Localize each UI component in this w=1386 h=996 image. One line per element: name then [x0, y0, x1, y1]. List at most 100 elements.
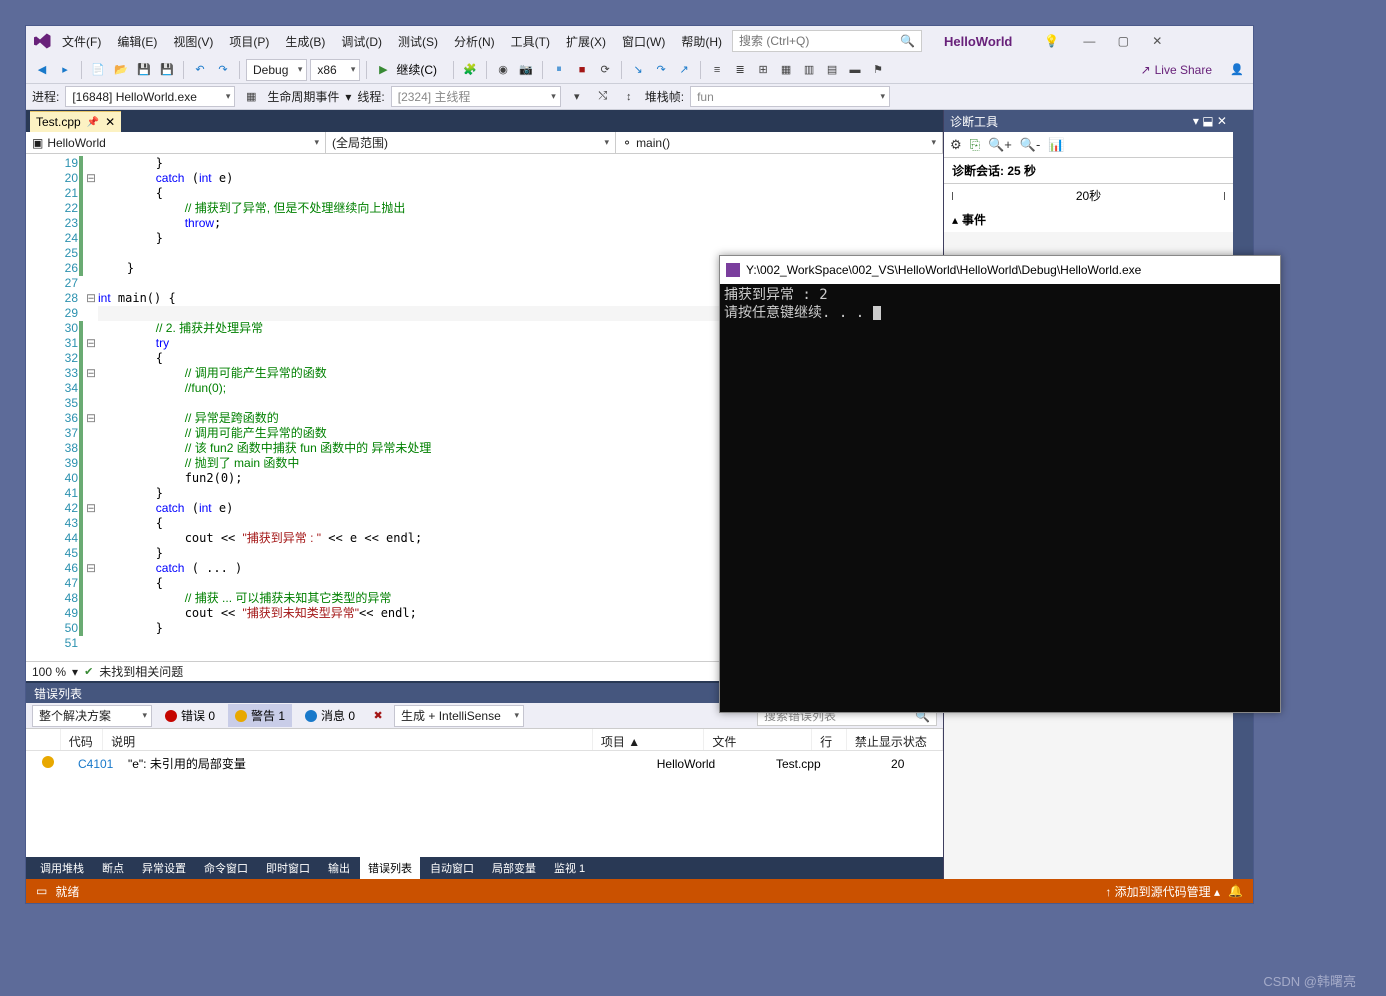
- menu-item[interactable]: 帮助(H): [675, 29, 728, 54]
- tab-close-icon[interactable]: ✕: [105, 115, 115, 129]
- autohide-icon[interactable]: ▾ ⬓ ✕: [1193, 114, 1227, 128]
- minimize-button[interactable]: ―: [1073, 29, 1105, 53]
- notifications-icon[interactable]: 🔔: [1228, 884, 1243, 898]
- tool-tab[interactable]: 异常设置: [134, 857, 194, 879]
- live-share-button[interactable]: ↗ Live Share: [1141, 63, 1212, 77]
- tool-tab[interactable]: 自动窗口: [422, 857, 482, 879]
- clear-filter-icon[interactable]: ✖: [368, 706, 388, 726]
- column-header[interactable]: 文件: [704, 729, 812, 750]
- column-header[interactable]: 项目 ▲: [593, 729, 705, 750]
- toolbar-icon[interactable]: ▾: [567, 87, 587, 107]
- save-icon[interactable]: 💾: [134, 60, 154, 80]
- toolbar-icon[interactable]: ⤭: [593, 87, 613, 107]
- toolbar-icon[interactable]: ▬: [845, 60, 865, 80]
- menu-item[interactable]: 窗口(W): [616, 29, 671, 54]
- zoom-in-icon[interactable]: 🔍+: [988, 137, 1012, 153]
- back-button[interactable]: ◀: [32, 60, 52, 80]
- open-icon[interactable]: ⎘: [970, 137, 980, 153]
- process-combo[interactable]: [16848] HelloWorld.exe: [65, 86, 235, 107]
- nav-project-combo[interactable]: ▣ HelloWorld: [26, 132, 326, 153]
- platform-combo[interactable]: x86: [310, 59, 360, 81]
- continue-label[interactable]: 继续(C): [396, 61, 447, 78]
- undo-icon[interactable]: ↶: [190, 60, 210, 80]
- messages-filter[interactable]: 消息 0: [298, 704, 362, 727]
- menu-item[interactable]: 工具(T): [505, 29, 556, 54]
- diagnostics-header[interactable]: 诊断工具 ▾ ⬓ ✕: [944, 110, 1233, 132]
- column-header[interactable]: [26, 729, 61, 750]
- warnings-filter[interactable]: 警告 1: [228, 704, 292, 727]
- scope-combo[interactable]: 整个解决方案: [32, 705, 152, 727]
- restart-icon[interactable]: ⟳: [595, 60, 615, 80]
- tool-tab[interactable]: 即时窗口: [258, 857, 318, 879]
- thread-combo[interactable]: [2324] 主线程: [391, 86, 561, 107]
- redo-icon[interactable]: ↷: [213, 60, 233, 80]
- errors-filter[interactable]: 错误 0: [158, 704, 222, 727]
- menu-item[interactable]: 项目(P): [223, 29, 275, 54]
- column-header[interactable]: 代码: [61, 729, 103, 750]
- toolbar-icon[interactable]: ▤: [822, 60, 842, 80]
- nav-scope-combo[interactable]: (全局范围): [326, 132, 616, 153]
- table-row[interactable]: C4101 "e": 未引用的局部变量 HelloWorld Test.cpp …: [26, 751, 943, 776]
- maximize-button[interactable]: ▢: [1107, 29, 1139, 53]
- step-over-icon[interactable]: ↷: [651, 60, 671, 80]
- console-window[interactable]: Y:\002_WorkSpace\002_VS\HelloWorld\Hello…: [719, 255, 1281, 713]
- diagnostics-timeline[interactable]: 20秒: [944, 183, 1233, 207]
- column-header[interactable]: 说明: [103, 729, 593, 750]
- forward-button[interactable]: ▸: [55, 60, 75, 80]
- config-combo[interactable]: Debug: [246, 59, 307, 81]
- account-icon[interactable]: 👤: [1227, 60, 1247, 80]
- menu-item[interactable]: 扩展(X): [560, 29, 612, 54]
- toolbar-icon[interactable]: ≣: [730, 60, 750, 80]
- pin-icon[interactable]: 📌: [87, 117, 99, 128]
- chart-icon[interactable]: 📊: [1048, 137, 1064, 153]
- console-titlebar[interactable]: Y:\002_WorkSpace\002_VS\HelloWorld\Hello…: [720, 256, 1280, 284]
- nav-function-combo[interactable]: ⚬ main(): [616, 132, 943, 153]
- stackframe-combo[interactable]: fun: [690, 86, 890, 107]
- tool-tab[interactable]: 断点: [94, 857, 132, 879]
- tool-tab[interactable]: 监视 1: [546, 857, 593, 879]
- gear-icon[interactable]: ⚙: [950, 137, 962, 153]
- column-header[interactable]: 禁止显示状态: [847, 729, 943, 750]
- stop-icon[interactable]: ■: [572, 60, 592, 80]
- zoom-out-icon[interactable]: 🔍-: [1020, 137, 1041, 153]
- outlining-margin[interactable]: ⊟ ⊟ ⊟ ⊟ ⊟ ⊟ ⊟: [84, 154, 98, 661]
- tool-tab[interactable]: 错误列表: [360, 857, 420, 879]
- file-tab-test-cpp[interactable]: Test.cpp 📌 ✕: [30, 111, 121, 132]
- column-header[interactable]: 行: [812, 729, 847, 750]
- tool-tab[interactable]: 局部变量: [484, 857, 544, 879]
- diagnostics-events-row[interactable]: ▴ 事件: [944, 207, 1233, 232]
- menu-item[interactable]: 视图(V): [167, 29, 219, 54]
- toolbar-icon[interactable]: 📷: [516, 60, 536, 80]
- tool-tab[interactable]: 输出: [320, 857, 358, 879]
- menu-item[interactable]: 生成(B): [279, 29, 331, 54]
- tool-tab[interactable]: 命令窗口: [196, 857, 256, 879]
- pause-icon[interactable]: ⏸: [549, 60, 569, 80]
- save-all-icon[interactable]: 💾: [157, 60, 177, 80]
- toolbar-icon[interactable]: ↕: [619, 87, 639, 107]
- menu-item[interactable]: 测试(S): [392, 29, 444, 54]
- menu-item[interactable]: 编辑(E): [111, 29, 163, 54]
- toolbar-icon[interactable]: ⚑: [868, 60, 888, 80]
- error-table-header[interactable]: 代码说明项目 ▲文件行禁止显示状态: [26, 729, 943, 751]
- collapse-icon[interactable]: ▴: [952, 213, 958, 227]
- quick-search-input[interactable]: [739, 34, 900, 48]
- source-control-button[interactable]: ↑ 添加到源代码管理 ▴: [1105, 883, 1220, 900]
- menu-item[interactable]: 调试(D): [335, 29, 388, 54]
- console-output[interactable]: 捕获到异常 : 2 请按任意键继续. . .: [720, 284, 1280, 712]
- toolbar-icon[interactable]: ▦: [776, 60, 796, 80]
- lifecycle-icon[interactable]: ▦: [241, 87, 261, 107]
- build-intellisense-combo[interactable]: 生成 + IntelliSense: [394, 705, 524, 727]
- menu-item[interactable]: 分析(N): [448, 29, 501, 54]
- toolbar-icon[interactable]: ◉: [493, 60, 513, 80]
- menu-item[interactable]: 文件(F): [56, 29, 107, 54]
- toolbar-icon[interactable]: ▥: [799, 60, 819, 80]
- continue-button[interactable]: ▶: [373, 60, 393, 80]
- toolbar-icon[interactable]: 🧩: [460, 60, 480, 80]
- open-icon[interactable]: 📂: [111, 60, 131, 80]
- new-project-icon[interactable]: 📄: [88, 60, 108, 80]
- feedback-icon[interactable]: 💡: [1044, 34, 1059, 48]
- step-out-icon[interactable]: ↗: [674, 60, 694, 80]
- toolbar-icon[interactable]: ⊞: [753, 60, 773, 80]
- tool-tab[interactable]: 调用堆栈: [32, 857, 92, 879]
- zoom-level[interactable]: 100 %: [32, 665, 66, 679]
